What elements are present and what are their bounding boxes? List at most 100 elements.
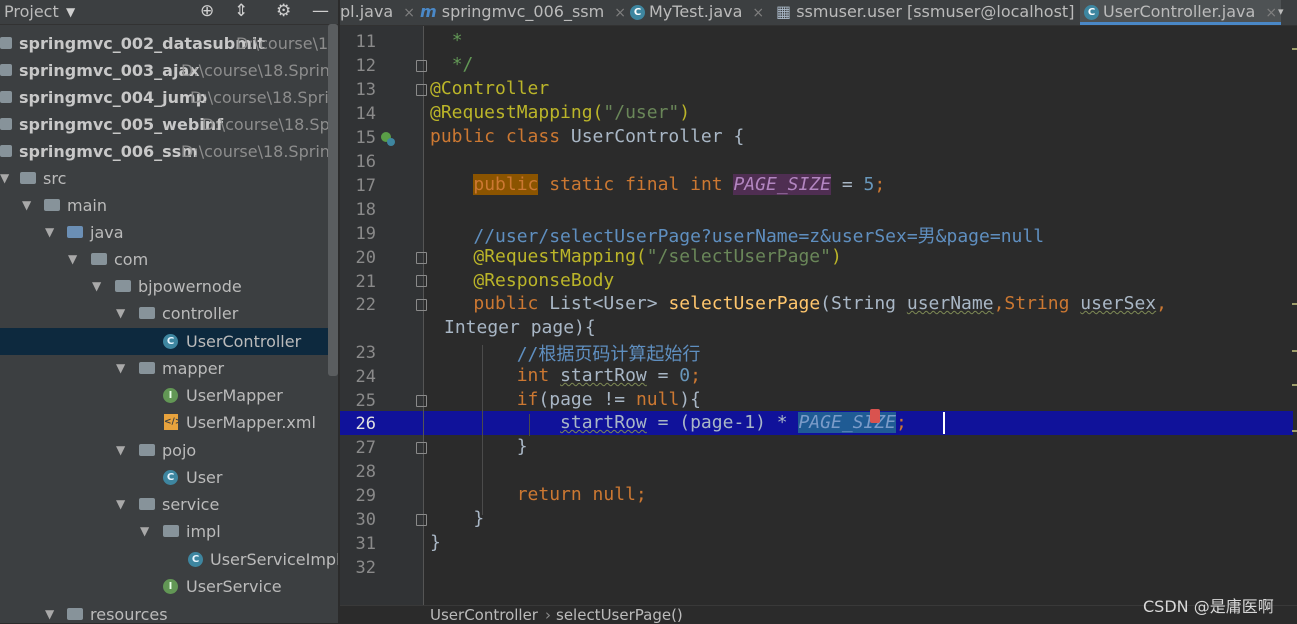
project-panel: Project ▼ ⊕ ⇕ ⚙ — springmvc_002_datasubm… xyxy=(0,0,339,623)
tree-item-usermapper[interactable]: I UserMapper xyxy=(0,382,330,409)
tree-item-controller[interactable]: ▼ controller xyxy=(0,300,330,327)
code-line-21[interactable]: @ResponseBody xyxy=(430,270,614,291)
tree-item-module[interactable]: springmvc_002_datasubmit D:\course\18.S xyxy=(0,30,339,57)
tree-item-module[interactable]: springmvc_004_jump D:\course\18.Spring xyxy=(0,84,339,111)
close-icon[interactable]: × xyxy=(403,5,415,21)
fold-marker-icon[interactable] xyxy=(416,252,427,264)
code-line-31[interactable]: } xyxy=(430,532,441,553)
tree-item-user[interactable]: C User xyxy=(0,464,330,491)
code-line-29[interactable]: return null; xyxy=(430,484,647,505)
line-number: 27 xyxy=(355,438,376,458)
code-line-30[interactable]: } xyxy=(430,508,484,529)
minimize-icon[interactable]: — xyxy=(312,1,329,21)
tree-item-mapper[interactable]: ▼ mapper xyxy=(0,355,330,382)
package-icon xyxy=(139,362,155,374)
project-scrollbar[interactable] xyxy=(328,24,338,376)
editor-scrollbar[interactable] xyxy=(1293,26,1297,606)
tree-item-pojo[interactable]: ▼ pojo xyxy=(0,437,330,464)
code-line-14[interactable]: @RequestMapping("/user") xyxy=(430,102,690,123)
collapse-all-icon[interactable]: ⇕ xyxy=(234,1,248,21)
tree-item-module[interactable]: springmvc_005_webinf D:\course\18.Sprin xyxy=(0,111,339,138)
code-line-22-wrap[interactable]: Integer page){ xyxy=(444,317,596,338)
expand-arrow-icon[interactable]: ▼ xyxy=(45,601,54,623)
code-line-19[interactable]: //user/selectUserPage?userName=z&userSex… xyxy=(430,222,1044,248)
tab-mytest-java[interactable]: C MyTest.java × xyxy=(630,0,764,25)
tree-item-module[interactable]: springmvc_003_ajax D:\course\18.SpringM xyxy=(0,57,339,84)
error-stripe-mark[interactable] xyxy=(1292,303,1297,305)
expand-arrow-icon[interactable]: ▼ xyxy=(0,165,9,192)
code-line-13[interactable]: @Controller xyxy=(430,78,549,99)
tree-item-label: service xyxy=(162,495,220,514)
tab-list-dropdown[interactable]: ▾ xyxy=(1278,0,1284,25)
expand-arrow-icon[interactable]: ▼ xyxy=(45,219,54,246)
breadcrumb-method[interactable]: selectUserPage() xyxy=(556,606,683,624)
error-stripe-mark[interactable] xyxy=(1292,430,1297,432)
fold-marker-icon[interactable] xyxy=(416,84,427,96)
tab-pl-java[interactable]: pl.java × xyxy=(340,0,415,25)
tree-item-userservice[interactable]: I UserService xyxy=(0,573,330,600)
expand-arrow-icon[interactable]: ▼ xyxy=(22,192,31,219)
tree-item-usermapper-xml[interactable]: </> UserMapper.xml xyxy=(0,409,330,436)
fold-marker-icon[interactable] xyxy=(416,275,427,287)
line-number: 11 xyxy=(355,32,376,52)
code-line-11[interactable]: * xyxy=(430,30,463,51)
project-panel-title[interactable]: Project xyxy=(4,2,59,21)
code-line-27[interactable]: } xyxy=(430,436,528,457)
error-stripe-mark[interactable] xyxy=(1292,350,1297,352)
error-stripe-mark[interactable] xyxy=(1292,48,1297,50)
code-token: "/user" xyxy=(603,102,680,123)
tree-item-impl[interactable]: ▼ impl xyxy=(0,518,330,545)
spring-bean-icon[interactable] xyxy=(379,130,397,148)
close-icon[interactable]: × xyxy=(1265,5,1277,21)
selected-text[interactable]: PAGE_SIZE xyxy=(798,412,897,433)
tree-item-label: src xyxy=(43,169,67,188)
fold-marker-icon[interactable] xyxy=(416,442,427,454)
tree-item-label: java xyxy=(90,223,124,242)
package-icon xyxy=(163,525,179,537)
fold-marker-icon[interactable] xyxy=(416,299,427,311)
tree-item-src[interactable]: ▼ src xyxy=(0,165,330,192)
code-line-24[interactable]: int startRow = 0; xyxy=(430,365,701,386)
tree-item-resources[interactable]: ▼ resources xyxy=(0,601,330,623)
expand-arrow-icon[interactable]: ▼ xyxy=(116,300,125,327)
gear-icon[interactable]: ⚙ xyxy=(276,1,291,21)
line-number: 21 xyxy=(355,272,376,292)
code-line-22[interactable]: public List<User> selectUserPage(String … xyxy=(430,293,1167,314)
expand-arrow-icon[interactable]: ▼ xyxy=(116,355,125,382)
chevron-down-icon[interactable]: ▼ xyxy=(66,5,75,19)
tab-ssmuser-table[interactable]: ▦ ssmuser.user [ssmuser@localhost]× xyxy=(776,0,1096,25)
expand-arrow-icon[interactable]: ▼ xyxy=(116,491,125,518)
tree-item-bjpowernode[interactable]: ▼ bjpowernode xyxy=(0,273,330,300)
code-line-25[interactable]: if(page != null){ xyxy=(430,389,701,410)
expand-arrow-icon[interactable]: ▼ xyxy=(68,246,77,273)
tab-usercontroller-java[interactable]: C UserController.java × xyxy=(1080,0,1282,25)
tree-item-usercontroller[interactable]: C UserController xyxy=(0,328,330,355)
folder-icon xyxy=(67,608,83,620)
expand-arrow-icon[interactable]: ▼ xyxy=(116,437,125,464)
tab-springmvc-006-ssm[interactable]: m springmvc_006_ssm × xyxy=(420,0,626,25)
tree-item-service[interactable]: ▼ service xyxy=(0,491,330,518)
module-name: springmvc_004_jump xyxy=(19,88,208,107)
breadcrumb-class[interactable]: UserController xyxy=(430,606,538,624)
code-line-26[interactable]: startRow = (page-1) * PAGE_SIZE; xyxy=(430,412,907,433)
tree-item-com[interactable]: ▼ com xyxy=(0,246,330,273)
code-line-23[interactable]: //根据页码计算起始行 xyxy=(430,340,701,366)
fold-marker-icon[interactable] xyxy=(416,60,427,72)
expand-arrow-icon[interactable]: ▼ xyxy=(92,273,101,300)
expand-arrow-icon[interactable]: ▼ xyxy=(140,518,149,545)
tree-item-java[interactable]: ▼ java xyxy=(0,219,330,246)
fold-marker-icon[interactable] xyxy=(416,514,427,526)
error-stripe-mark[interactable] xyxy=(1292,384,1297,386)
code-line-20[interactable]: @RequestMapping("/selectUserPage") xyxy=(430,246,841,267)
tree-item-main[interactable]: ▼ main xyxy=(0,192,330,219)
close-icon[interactable]: × xyxy=(752,5,764,21)
line-number: 12 xyxy=(355,56,376,76)
code-line-12[interactable]: */ xyxy=(430,54,474,75)
code-line-17[interactable]: public static final int PAGE_SIZE = 5; xyxy=(430,174,885,195)
code-line-15[interactable]: public class UserController { xyxy=(430,126,744,147)
tree-item-userserviceimpl[interactable]: C UserServiceImpl xyxy=(0,546,339,573)
tree-item-module[interactable]: springmvc_006_ssm D:\course\18.SpringM xyxy=(0,138,339,165)
fold-marker-icon[interactable] xyxy=(416,395,427,407)
locate-target-icon[interactable]: ⊕ xyxy=(200,1,214,21)
close-icon[interactable]: × xyxy=(614,5,626,21)
